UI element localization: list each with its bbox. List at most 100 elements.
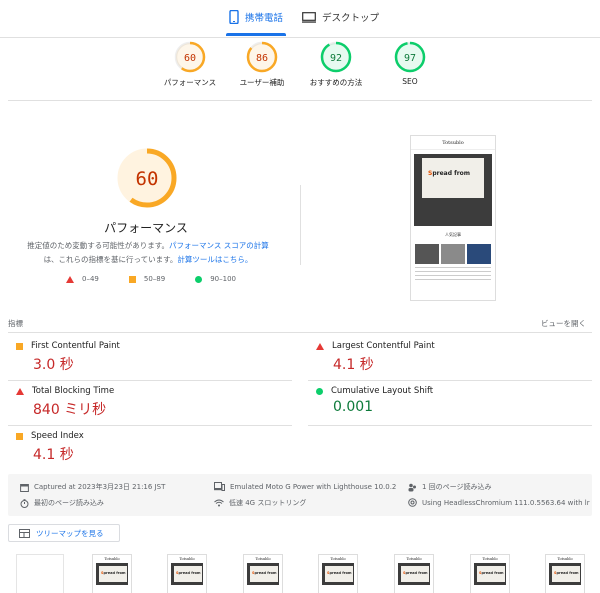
filmstrip-frame-blank (16, 554, 64, 593)
performance-big-gauge: 60 (117, 148, 177, 208)
score-calc-link[interactable]: パフォーマンス スコアの計算 (169, 241, 269, 250)
frame-hero-screen: Spread from (174, 566, 202, 582)
metric-divider (8, 425, 292, 426)
tab-desktop-label: デスクトップ (322, 13, 380, 24)
frame-title: Totsublo (557, 557, 573, 561)
screenshot-hero-text: pread from (432, 170, 471, 177)
legend-pass: 90–100 (195, 275, 236, 283)
frame-hero-screen: Spread from (477, 566, 505, 582)
frame-hero-text: pread from (254, 571, 277, 575)
metric-lcp-value: 4.1 秒 (333, 357, 374, 373)
legend-fail: 0–49 (66, 275, 99, 283)
screenshot-hero-screen: Spread from (422, 158, 484, 198)
frame-title: Totsublo (406, 557, 422, 561)
desktop-icon (302, 11, 316, 23)
frame-hero-text: pread from (329, 571, 352, 575)
metric-cls[interactable]: Cumulative Layout Shift 0.001 (316, 386, 433, 415)
performance-big-score: 60 (136, 168, 159, 190)
thumb-1 (415, 244, 439, 264)
section-divider (8, 100, 592, 101)
frame-hero: Spread from (96, 563, 128, 585)
gauge-accessibility-label: ユーザー補助 (239, 78, 285, 87)
view-treemap-button[interactable]: ツリーマップを見る (8, 524, 120, 542)
filmstrip-frame: Totsublo Spread from (318, 554, 358, 593)
gauge-seo-score: 97 (404, 53, 416, 64)
calculator-link[interactable]: 計算ツールはこちら。 (177, 255, 252, 264)
frame-hero: Spread from (322, 563, 354, 585)
average-square-icon (128, 275, 136, 283)
env-loads-text: 1 回のページ読み込み (422, 483, 492, 491)
fail-triangle-icon (316, 342, 324, 350)
frame-hero-text: pread from (405, 571, 428, 575)
metrics-header: 指標 ビューを開く (8, 318, 592, 329)
env-browser-text: Using HeadlessChromium 111.0.5563.64 wit… (422, 498, 590, 507)
wifi-icon (214, 499, 224, 507)
metric-divider (308, 380, 592, 381)
performance-description: 推定値のため変動する可能性があります。パフォーマンス スコアの計算 は、これらの… (20, 239, 276, 267)
metric-si-name: Speed Index (31, 431, 84, 441)
gauge-accessibility-ring: 86 (246, 41, 278, 73)
metric-si[interactable]: Speed Index 4.1 秒 (16, 431, 84, 464)
filmstrip-frame: Totsublo Spread from (470, 554, 510, 593)
metric-cls-value: 0.001 (333, 399, 374, 415)
metric-fcp-value: 3.0 秒 (33, 357, 74, 373)
desc-text-2: は、これらの指標を基に行っています。 (43, 255, 178, 264)
runtime-settings: Captured at 2023年3月23日 21:16 JST Emulate… (8, 474, 592, 516)
env-device-text: Emulated Moto G Power with Lighthouse 10… (230, 482, 397, 491)
env-throttle-text: 低速 4G スロットリング (229, 499, 307, 507)
screenshot-hero: Spread from (414, 154, 492, 226)
frame-hero-text: pread from (103, 571, 126, 575)
metric-tbt[interactable]: Total Blocking Time 840 ミリ秒 (16, 386, 114, 419)
frame-hero-screen: Spread from (99, 566, 127, 582)
gauge-performance[interactable]: 60 パフォーマンス (150, 40, 230, 88)
gauge-best-practices-score: 92 (330, 53, 342, 64)
metric-si-value: 4.1 秒 (33, 447, 74, 463)
filmstrip: Totsublo Spread from Totsublo Spread from … (0, 550, 600, 593)
tab-desktop[interactable]: デスクトップ (302, 10, 379, 24)
frame-hero: Spread from (171, 563, 203, 585)
metric-tbt-value: 840 ミリ秒 (33, 402, 107, 418)
gauge-best-practices[interactable]: 92 おすすめの方法 (296, 40, 376, 88)
gauge-performance-score: 60 (184, 53, 196, 64)
frame-hero-screen: Spread from (325, 566, 353, 582)
gauge-performance-ring: 60 (174, 41, 206, 73)
chrome-icon (408, 498, 417, 507)
active-tab-indicator (226, 33, 286, 36)
performance-title: パフォーマンス (104, 221, 188, 235)
frame-title: Totsublo (330, 557, 346, 561)
final-screenshot[interactable]: Totsublo Spread from 人気記事 (410, 135, 496, 301)
expand-view-link[interactable]: ビューを開く (541, 318, 586, 329)
frame-hero-text: pread from (178, 571, 201, 575)
gauge-accessibility[interactable]: 86 ユーザー補助 (222, 40, 302, 88)
frame-hero-text: pread from (556, 571, 579, 575)
metric-fcp[interactable]: First Contentful Paint 3.0 秒 (16, 341, 120, 374)
gauge-best-practices-label: おすすめの方法 (309, 78, 363, 87)
thumb-2 (441, 244, 465, 264)
env-throttle: 低速 4G スロットリング (214, 498, 306, 508)
tab-mobile[interactable]: 携帯電話 (229, 10, 283, 24)
thumb-3 (467, 244, 491, 264)
env-device: Emulated Moto G Power with Lighthouse 10… (214, 482, 396, 491)
legend-average: 50–89 (128, 275, 165, 283)
fail-triangle-icon (16, 387, 24, 395)
frame-hero-screen: Spread from (552, 566, 580, 582)
gauge-seo-label: SEO (402, 77, 418, 86)
screenshot-section-title: 人気記事 (445, 232, 461, 237)
fail-triangle-icon (66, 275, 74, 283)
frame-hero-text: pread from (481, 571, 504, 575)
screenshot-thumbnails (415, 244, 491, 264)
device-tabs: 携帯電話 デスクトップ (0, 0, 600, 38)
frame-hero: Spread from (549, 563, 581, 585)
gauge-best-practices-ring: 92 (320, 41, 352, 73)
frame-hero: Spread from (398, 563, 430, 585)
vertical-divider (300, 185, 301, 265)
metric-lcp[interactable]: Largest Contentful Paint 4.1 秒 (316, 341, 435, 374)
gauge-seo[interactable]: 97 SEO (370, 40, 450, 86)
metric-divider (308, 425, 592, 426)
metrics-divider (8, 332, 592, 333)
people-icon (408, 483, 416, 491)
score-legend: 0–49 50–89 90–100 (66, 275, 236, 283)
env-initial-text: 最初のページ読み込み (34, 499, 104, 507)
treemap-icon (19, 528, 30, 538)
metric-lcp-name: Largest Contentful Paint (332, 341, 435, 351)
